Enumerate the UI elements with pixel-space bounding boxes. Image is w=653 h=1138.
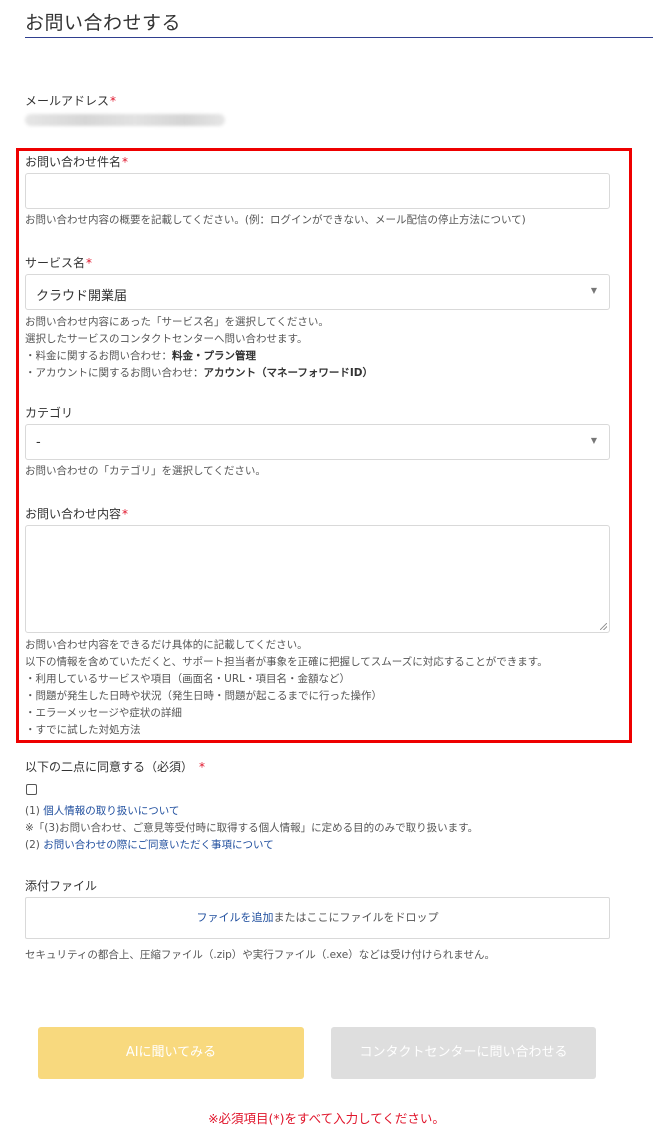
- agreement-item-2: (2) お問い合わせの際にご同意いただく事項について: [25, 839, 274, 851]
- content-help: お問い合わせ内容をできるだけ具体的に記載してください。 以下の情報を含めていただ…: [25, 637, 548, 739]
- add-file-link[interactable]: ファイルを追加: [197, 911, 274, 924]
- agreement-note: ※「(3)お問い合わせ、ご意見等受付時に取得する個人情報」に定める目的のみで取り…: [25, 822, 479, 834]
- service-select[interactable]: クラウド開業届 ▼: [25, 274, 610, 310]
- service-help-line: 選択したサービスのコンタクトセンターへ問い合わせます。: [25, 333, 308, 345]
- service-help-billing: ・料金に関するお問い合わせ：料金・プラン管理: [25, 350, 256, 362]
- service-help-account: ・アカウントに関するお問い合わせ：アカウント（マネーフォワードID）: [25, 367, 373, 379]
- content-help-line: ・利用しているサービスや項目（画面名・URL・項目名・金額など）: [25, 673, 351, 685]
- content-help-line: お問い合わせ内容をできるだけ具体的に記載してください。: [25, 639, 308, 651]
- attachment-label: 添付ファイル: [25, 879, 98, 893]
- file-dropzone[interactable]: ファイルを追加またはここにファイルをドロップ: [25, 897, 610, 939]
- category-help: お問い合わせの「カテゴリ」を選択してください。: [25, 465, 266, 477]
- service-selected-value: クラウド開業届: [36, 289, 128, 304]
- category-label: カテゴリ: [25, 406, 74, 420]
- email-value-redacted: [25, 114, 225, 126]
- consent-terms-link[interactable]: お問い合わせの際にご同意いただく事項について: [43, 839, 273, 851]
- required-mark: *: [199, 760, 206, 774]
- chevron-down-icon: ▼: [590, 286, 597, 295]
- attachment-note: セキュリティの都合上、圧縮ファイル（.zip）や実行ファイル（.exe）などは受…: [25, 949, 495, 961]
- agreement-item-1: (1) 個人情報の取り扱いについて: [25, 805, 180, 817]
- resize-handle-icon[interactable]: [600, 623, 607, 630]
- content-help-line: ・エラーメッセージや症状の詳細: [25, 707, 182, 719]
- chevron-down-icon: ▼: [590, 436, 597, 445]
- content-help-line: 以下の情報を含めていただくと、サポート担当者が事象を正確に把握してスムーズに対応…: [25, 656, 548, 668]
- email-label: メールアドレス*: [25, 94, 117, 108]
- content-textarea[interactable]: [25, 525, 610, 633]
- ask-ai-button[interactable]: AIに聞いてみる: [38, 1027, 304, 1079]
- subject-help: お問い合わせ内容の概要を記載してください。(例：ログインができない、メール配信の…: [25, 214, 526, 226]
- contact-center-button[interactable]: コンタクトセンターに問い合わせる: [331, 1027, 596, 1079]
- category-selected-value: -: [36, 435, 41, 450]
- required-mark: *: [86, 256, 93, 270]
- subject-input[interactable]: [25, 173, 610, 209]
- content-help-line: ・問題が発生した日時や状況（発生日時・問題が起こるまでに行った操作）: [25, 690, 382, 702]
- dropzone-text: またはここにファイルをドロップ: [273, 911, 439, 924]
- page-title: お問い合わせする: [25, 12, 182, 34]
- required-mark: *: [122, 155, 129, 169]
- category-select[interactable]: - ▼: [25, 424, 610, 460]
- agreement-label: 以下の二点に同意する（必須） *: [25, 760, 206, 774]
- required-error-message: ※必須項目(*)をすべて入力してください。: [208, 1111, 445, 1126]
- required-mark: *: [110, 94, 117, 108]
- required-mark: *: [122, 507, 129, 521]
- service-help: お問い合わせ内容にあった「サービス名」を選択してください。 選択したサービスのコ…: [25, 314, 373, 382]
- agreement-items: (1) 個人情報の取り扱いについて ※「(3)お問い合わせ、ご意見等受付時に取得…: [25, 803, 478, 854]
- agreement-checkbox[interactable]: [26, 784, 37, 795]
- service-label: サービス名*: [25, 256, 93, 270]
- privacy-policy-link[interactable]: 個人情報の取り扱いについて: [43, 805, 179, 817]
- subject-label: お問い合わせ件名*: [25, 155, 129, 169]
- content-label: お問い合わせ内容*: [25, 507, 129, 521]
- service-help-line: お問い合わせ内容にあった「サービス名」を選択してください。: [25, 316, 329, 328]
- content-help-line: ・すでに試した対処方法: [25, 724, 141, 736]
- title-divider: [25, 37, 653, 38]
